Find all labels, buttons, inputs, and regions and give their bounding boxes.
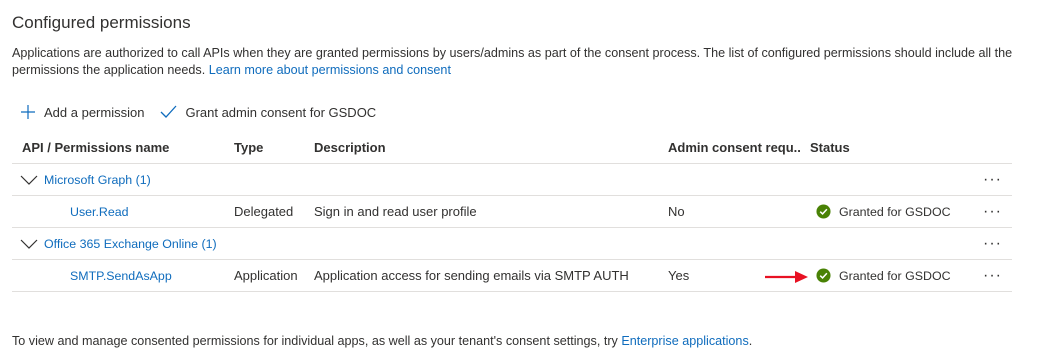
footer-text: To view and manage consented permissions… [12, 334, 618, 348]
grant-admin-consent-button[interactable]: Grant admin consent for GSDOC [160, 105, 376, 120]
status-cell: Granted for GSDOC [800, 195, 960, 228]
permission-type: Application [224, 259, 304, 292]
column-header-api-name[interactable]: API / Permissions name [12, 132, 224, 164]
table-row: User.Read Delegated Sign in and read use… [12, 195, 1012, 228]
status-text: Granted for GSDOC [839, 268, 951, 283]
more-actions-button[interactable]: ··· [960, 163, 1012, 196]
add-permission-button[interactable]: Add a permission [20, 104, 144, 120]
group-toggle-office-365-exchange-online[interactable]: Office 365 Exchange Online (1) [20, 237, 960, 251]
table-header-row: API / Permissions name Type Description … [12, 132, 1012, 164]
column-header-admin-consent[interactable]: Admin consent requ... [658, 132, 800, 164]
footer-period: . [748, 334, 753, 348]
status-badge: Granted for GSDOC [810, 204, 960, 219]
permission-description: Application access for sending emails vi… [304, 259, 658, 292]
more-actions-button[interactable]: ··· [960, 259, 1012, 292]
permissions-table: API / Permissions name Type Description … [12, 132, 1012, 292]
chevron-down-icon [20, 239, 38, 249]
permission-type: Delegated [224, 195, 304, 228]
permissions-toolbar: Add a permission Grant admin consent for… [20, 101, 392, 123]
red-arrow-icon [765, 271, 808, 283]
configured-permissions-page: Configured permissions Applications are … [0, 0, 1039, 364]
permission-name-cell: SMTP.SendAsApp [12, 259, 224, 292]
section-description: Applications are authorized to call APIs… [12, 45, 1022, 79]
plus-icon [21, 105, 35, 119]
group-cell: Microsoft Graph (1) [12, 163, 960, 196]
status-cell: Granted for GSDOC [800, 259, 960, 292]
description-text: Applications are authorized to call APIs… [12, 46, 1013, 77]
permission-name-link[interactable]: User.Read [70, 205, 129, 219]
group-row-microsoft-graph: Microsoft Graph (1) ··· [12, 163, 1012, 196]
chevron-down-icon [20, 175, 38, 185]
permission-name-cell: User.Read [12, 195, 224, 228]
section-title: Configured permissions [12, 13, 191, 32]
status-badge: Granted for GSDOC [810, 268, 960, 283]
success-check-circle-icon [816, 268, 831, 283]
learn-more-link[interactable]: Learn more about permissions and consent [209, 63, 451, 77]
permission-name-link[interactable]: SMTP.SendAsApp [70, 269, 172, 283]
column-header-actions [960, 132, 1012, 164]
group-toggle-microsoft-graph[interactable]: Microsoft Graph (1) [20, 173, 960, 187]
table-row: SMTP.SendAsApp Application Application a… [12, 259, 1012, 292]
success-check-circle-icon [816, 204, 831, 219]
footer-note: To view and manage consented permissions… [12, 334, 752, 348]
more-actions-button[interactable]: ··· [960, 195, 1012, 228]
column-header-description[interactable]: Description [304, 132, 658, 164]
column-header-status[interactable]: Status [800, 132, 960, 164]
enterprise-applications-link[interactable]: Enterprise applications [621, 334, 748, 348]
add-permission-label: Add a permission [44, 104, 145, 120]
permission-description: Sign in and read user profile [304, 195, 658, 228]
admin-consent-required: No [658, 195, 800, 228]
more-actions-button[interactable]: ··· [960, 227, 1012, 260]
checkmark-icon [160, 105, 177, 118]
grant-admin-consent-label: Grant admin consent for GSDOC [185, 104, 377, 120]
column-header-type[interactable]: Type [224, 132, 304, 164]
group-cell: Office 365 Exchange Online (1) [12, 227, 960, 260]
group-row-office-365-exchange-online: Office 365 Exchange Online (1) ··· [12, 227, 1012, 260]
status-text: Granted for GSDOC [839, 204, 951, 219]
group-name-link[interactable]: Microsoft Graph (1) [44, 173, 151, 187]
group-name-link[interactable]: Office 365 Exchange Online (1) [44, 237, 217, 251]
